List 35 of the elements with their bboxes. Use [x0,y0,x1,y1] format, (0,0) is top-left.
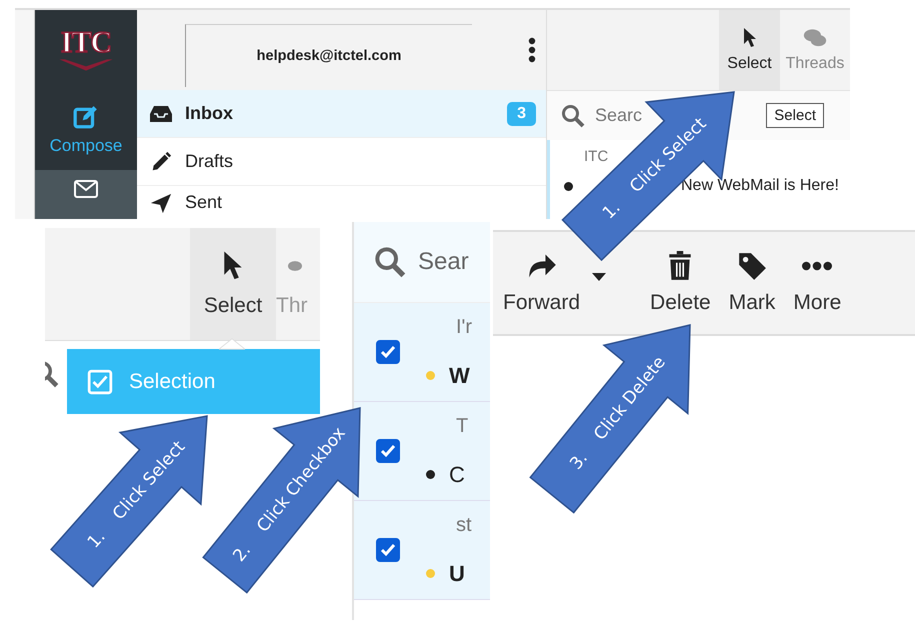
search-icon [374,246,406,278]
unread-count: 3 [507,102,536,126]
action-button[interactable]: More [791,251,844,315]
message-sender: T [455,414,468,438]
message-row[interactable]: I'r W [354,303,490,402]
message-subject: W [449,362,470,388]
search-field[interactable]: Searc [595,105,647,126]
message-subject: C [449,462,465,488]
message-row[interactable]: st U [354,501,490,600]
search-icon [45,359,59,389]
cursor-icon [222,250,244,282]
speech-bubble-icon [288,261,302,271]
select-button[interactable]: Select [190,228,276,340]
message-sender: st [455,514,472,536]
checkbox-icon [87,368,113,394]
checkbox[interactable] [376,340,400,364]
envelope-icon [74,180,98,198]
tag-icon [737,251,768,281]
message-subject: U [449,560,465,586]
paper-plane-icon [149,192,173,214]
more-icon[interactable] [528,37,536,63]
checkbox[interactable] [376,439,400,463]
checkbox[interactable] [376,538,400,562]
logo: ITC [35,10,137,90]
edit-icon [73,104,99,130]
select-button[interactable]: Select [719,10,780,90]
mail-button[interactable] [35,170,137,219]
search-field[interactable]: Sear [418,248,474,276]
search-icon [561,104,585,128]
folder-item[interactable]: Inbox 3 [137,90,546,138]
message-sender: I'r [455,316,472,338]
speech-bubbles-icon [803,27,827,49]
message-row[interactable]: T C [354,402,490,501]
dropdown-caret-icon[interactable] [592,273,606,281]
tooltip: Select [766,103,824,128]
